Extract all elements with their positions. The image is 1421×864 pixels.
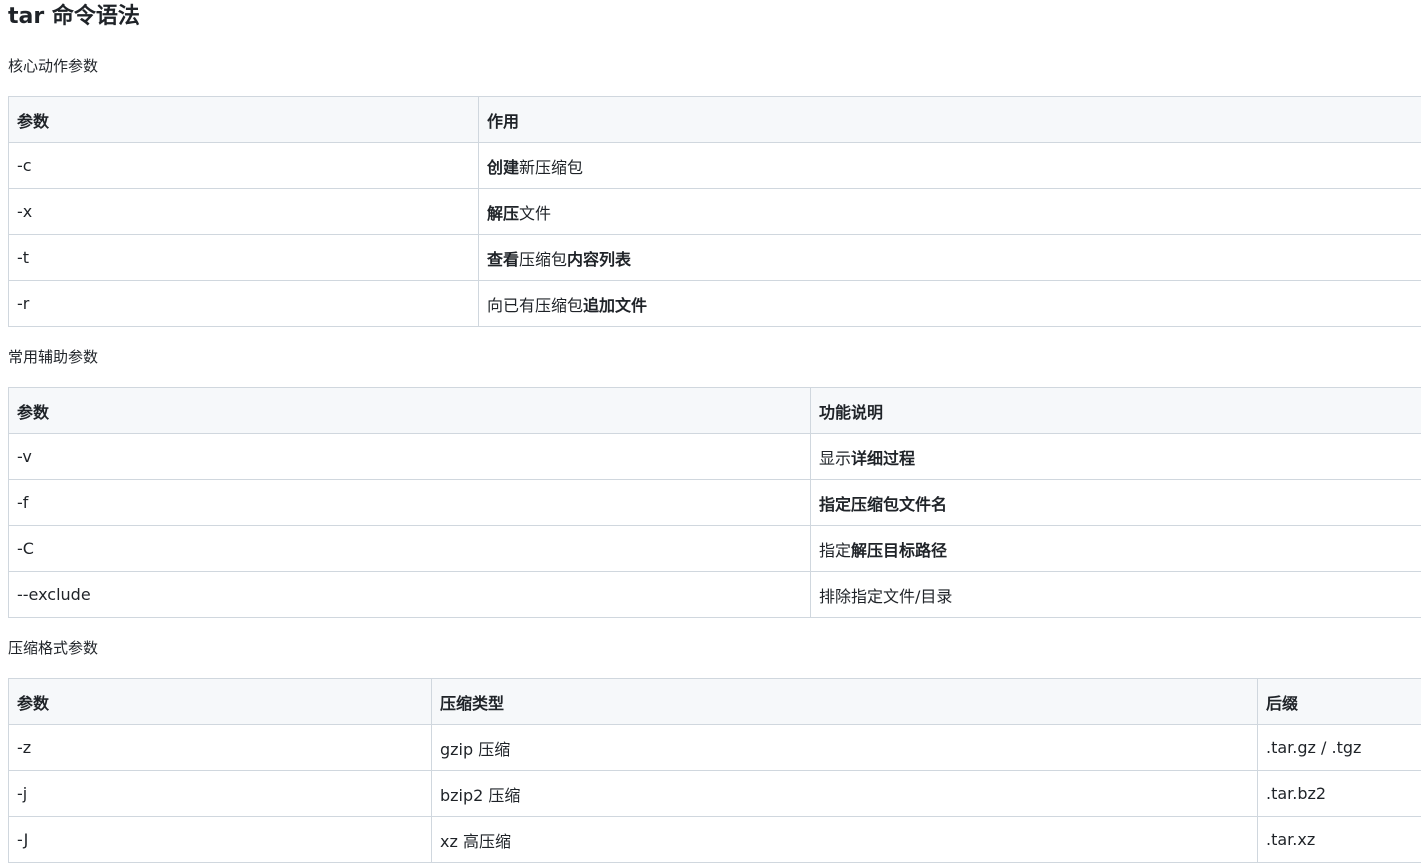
table-body: -z gzip 压缩 .tar.gz / .tgz -j bzip2 压缩 .tar.bz… — [8, 724, 1421, 863]
value-cell: 向已有压缩包追加文件 — [478, 280, 1421, 327]
table-row: -J xz 高压缩 .tar.xz — [8, 816, 1421, 863]
cell-text: 查看 — [487, 249, 520, 269]
header-param: 参数 — [8, 387, 811, 434]
cell-text: -f — [17, 493, 29, 512]
param-cell: -J — [8, 816, 432, 863]
document-page: tar 命令语法 核心动作参数 参数 作用 -c 创建新压缩包 -x 解压文件 -t 查看… — [0, 0, 1421, 864]
cell-text: -C — [17, 539, 34, 558]
header-effect: 作用 — [478, 96, 1421, 143]
table-row: -f 指定压缩包文件名 — [8, 479, 1421, 526]
param-cell: --exclude — [8, 571, 811, 618]
cell-text: --exclude — [17, 585, 91, 604]
section-label-core-actions: 核心动作参数 — [8, 57, 99, 75]
param-cell: -f — [8, 479, 811, 526]
value-cell: 指定解压目标路径 — [810, 525, 1421, 572]
cell-text: -v — [17, 447, 32, 466]
value-cell: 显示详细过程 — [810, 433, 1421, 480]
param-cell: -C — [8, 525, 811, 572]
value-cell: gzip 压缩 — [431, 724, 1258, 771]
cell-text: 文件 — [519, 203, 552, 223]
param-cell: -c — [8, 142, 479, 189]
table-compression-format: 参数 压缩类型 后缀 -z gzip 压缩 .tar.gz / .tgz -j bzip… — [8, 678, 1421, 863]
cell-text: 创建 — [487, 157, 520, 177]
cell-text: -j — [17, 784, 28, 803]
table-body: -c 创建新压缩包 -x 解压文件 -t 查看压缩包内容列表 -r 向已有压缩包追加文件 — [8, 142, 1421, 327]
table-core-actions: 参数 作用 -c 创建新压缩包 -x 解压文件 -t 查看压缩包内容列表 -r 向已有压缩包追… — [8, 96, 1421, 327]
cell-text: 内容列表 — [567, 249, 632, 269]
section-label-compression-format: 压缩格式参数 — [8, 639, 99, 657]
cell-text: -t — [17, 248, 30, 267]
cell-text: -x — [17, 202, 33, 221]
param-cell: -t — [8, 234, 479, 281]
value-cell: .tar.xz — [1257, 816, 1421, 863]
table-row: -C 指定解压目标路径 — [8, 525, 1421, 572]
value-cell: 查看压缩包内容列表 — [478, 234, 1421, 281]
cell-text: xz 高压缩 — [440, 831, 511, 851]
page-title: tar 命令语法 — [8, 4, 140, 29]
cell-text: -z — [17, 738, 32, 757]
cell-text: .tar.bz2 — [1266, 784, 1327, 803]
cell-text: gzip 压缩 — [440, 739, 511, 759]
cell-text: 指定压缩包文件名 — [819, 494, 948, 514]
cell-text: 指定 — [819, 540, 852, 560]
table-row: -x 解压文件 — [8, 188, 1421, 235]
param-cell: -r — [8, 280, 479, 327]
header-suffix: 后缀 — [1257, 678, 1421, 725]
cell-text: .tar.gz / .tgz — [1266, 738, 1362, 757]
cell-text: bzip2 压缩 — [440, 785, 521, 805]
value-cell: 解压文件 — [478, 188, 1421, 235]
cell-text: 压缩包 — [519, 249, 568, 269]
cell-text: 向已有压缩包 — [487, 295, 584, 315]
param-cell: -v — [8, 433, 811, 480]
cell-text: .tar.xz — [1266, 830, 1316, 849]
cell-text: 追加文件 — [583, 295, 648, 315]
table-row: -r 向已有压缩包追加文件 — [8, 280, 1421, 327]
table-aux-params: 参数 功能说明 -v 显示详细过程 -f 指定压缩包文件名 -C 指定解压目标路径 --ex… — [8, 387, 1421, 618]
header-compression-type: 压缩类型 — [431, 678, 1258, 725]
value-cell: 创建新压缩包 — [478, 142, 1421, 189]
table-row: -j bzip2 压缩 .tar.bz2 — [8, 770, 1421, 817]
cell-text: 解压目标路径 — [851, 540, 948, 560]
cell-text: 排除指定文件/目录 — [819, 586, 953, 606]
value-cell: .tar.bz2 — [1257, 770, 1421, 817]
value-cell: xz 高压缩 — [431, 816, 1258, 863]
header-description: 功能说明 — [810, 387, 1421, 434]
param-cell: -z — [8, 724, 432, 771]
value-cell: 排除指定文件/目录 — [810, 571, 1421, 618]
cell-text: -r — [17, 294, 30, 313]
header-param: 参数 — [8, 96, 479, 143]
table-row: -c 创建新压缩包 — [8, 142, 1421, 189]
value-cell: bzip2 压缩 — [431, 770, 1258, 817]
table-row: --exclude 排除指定文件/目录 — [8, 571, 1421, 618]
table-header-row: 参数 压缩类型 后缀 — [8, 678, 1421, 725]
value-cell: 指定压缩包文件名 — [810, 479, 1421, 526]
table-row: -v 显示详细过程 — [8, 433, 1421, 480]
cell-text: 新压缩包 — [519, 157, 584, 177]
header-param: 参数 — [8, 678, 432, 725]
table-header-row: 参数 功能说明 — [8, 387, 1421, 434]
table-body: -v 显示详细过程 -f 指定压缩包文件名 -C 指定解压目标路径 --exclude 排除指… — [8, 433, 1421, 618]
table-row: -t 查看压缩包内容列表 — [8, 234, 1421, 281]
table-header-row: 参数 作用 — [8, 96, 1421, 143]
cell-text: 解压 — [487, 203, 520, 223]
cell-text: 详细过程 — [851, 448, 916, 468]
table-row: -z gzip 压缩 .tar.gz / .tgz — [8, 724, 1421, 771]
param-cell: -j — [8, 770, 432, 817]
param-cell: -x — [8, 188, 479, 235]
section-label-aux-params: 常用辅助参数 — [8, 348, 99, 366]
value-cell: .tar.gz / .tgz — [1257, 724, 1421, 771]
cell-text: -J — [17, 830, 29, 849]
cell-text: 显示 — [819, 448, 852, 468]
cell-text: -c — [17, 156, 32, 175]
